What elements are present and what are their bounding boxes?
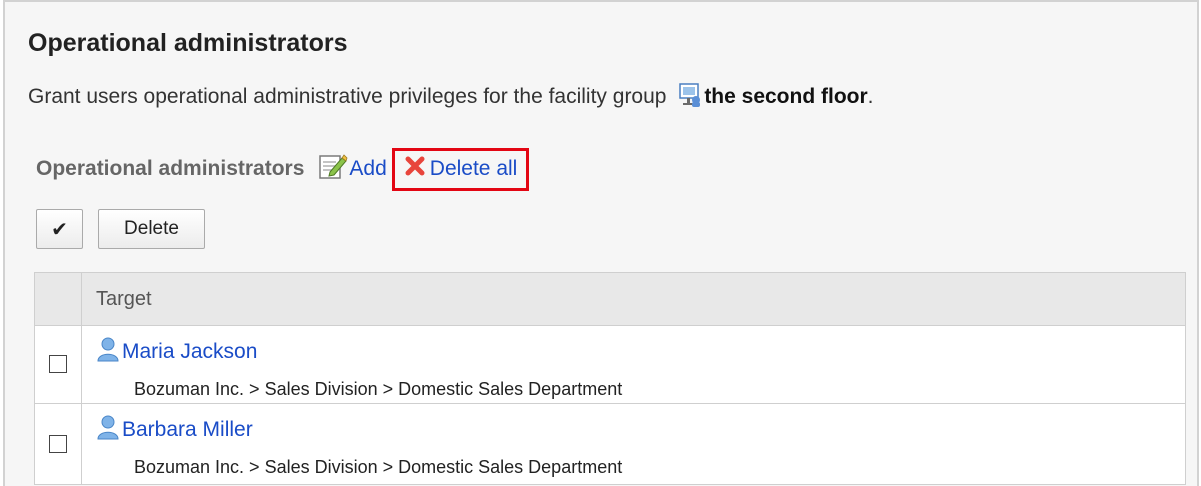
add-link[interactable]: Add bbox=[318, 152, 387, 186]
target-column-header: Target bbox=[81, 272, 1186, 326]
target-cell: Barbara Miller Bozuman Inc. > Sales Divi… bbox=[81, 403, 1186, 485]
target-cell: Maria Jackson Bozuman Inc. > Sales Divis… bbox=[81, 325, 1186, 404]
row-checkbox-cell bbox=[34, 403, 82, 485]
add-pencil-icon bbox=[318, 152, 349, 186]
delete-all-highlight: Delete all bbox=[391, 147, 530, 191]
table-row: Barbara Miller Bozuman Inc. > Sales Divi… bbox=[34, 403, 1186, 485]
user-name-link[interactable]: Barbara Miller bbox=[122, 418, 253, 442]
section-title: Operational administrators bbox=[36, 157, 305, 180]
facility-group-name: the second floor bbox=[704, 85, 868, 108]
row-checkbox-cell bbox=[34, 325, 82, 404]
operational-administrators-panel: Operational administrators Grant users o… bbox=[3, 0, 1199, 486]
user-line: Barbara Miller bbox=[96, 414, 1185, 445]
page-title: Operational administrators bbox=[28, 29, 348, 57]
checkbox-column-header bbox=[34, 272, 82, 326]
table-header-row: Target bbox=[34, 272, 1186, 326]
user-icon bbox=[96, 336, 122, 367]
user-icon bbox=[96, 414, 122, 445]
select-all-button[interactable]: ✔ bbox=[36, 209, 83, 249]
add-label: Add bbox=[349, 157, 387, 180]
row-checkbox[interactable] bbox=[49, 434, 67, 453]
section-header: Operational administrators Add Delete al… bbox=[36, 147, 530, 191]
row-checkbox[interactable] bbox=[49, 355, 67, 374]
org-path: Bozuman Inc. > Sales Division > Domestic… bbox=[134, 457, 623, 477]
description-period: . bbox=[867, 85, 874, 108]
user-name-link[interactable]: Maria Jackson bbox=[122, 340, 257, 364]
page-description: Grant users operational administrative p… bbox=[28, 82, 874, 109]
user-line: Maria Jackson bbox=[96, 336, 1185, 367]
red-x-icon bbox=[403, 154, 430, 184]
org-path: Bozuman Inc. > Sales Division > Domestic… bbox=[134, 379, 623, 399]
administrators-table: Target Maria Jackson Bozuman Inc. > Sale… bbox=[34, 272, 1186, 485]
description-text: Grant users operational administrative p… bbox=[28, 85, 673, 108]
table-row: Maria Jackson Bozuman Inc. > Sales Divis… bbox=[34, 325, 1186, 404]
delete-all-link[interactable]: Delete all bbox=[403, 154, 518, 184]
delete-button[interactable]: Delete bbox=[98, 209, 205, 249]
facility-group-icon bbox=[678, 82, 702, 108]
delete-all-label: Delete all bbox=[429, 156, 518, 180]
